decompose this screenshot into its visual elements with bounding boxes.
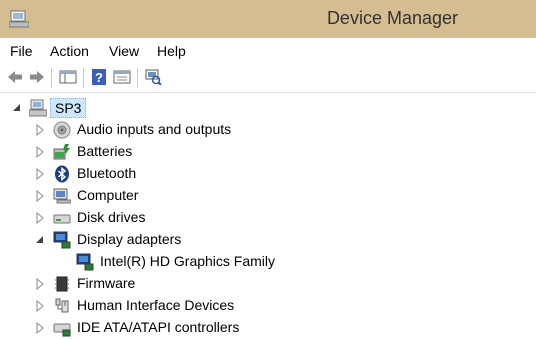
properties-icon[interactable]	[113, 69, 131, 85]
expand-arrow-icon[interactable]	[34, 168, 46, 180]
display-adapter-icon	[76, 253, 94, 271]
tree-item-label: Batteries	[77, 143, 133, 159]
device-tree: SP3 Audio inputs and outputs Batteries B…	[0, 93, 536, 337]
computer-icon	[53, 188, 71, 204]
menu-action[interactable]: Action	[50, 43, 89, 59]
tree-item-label: Audio inputs and outputs	[77, 121, 232, 137]
computer-root-icon	[29, 99, 47, 117]
collapse-arrow-icon[interactable]	[34, 234, 46, 246]
title-bar: Device Manager	[0, 0, 536, 38]
forward-icon[interactable]	[28, 69, 46, 85]
console-tree-icon[interactable]	[59, 69, 77, 85]
tree-item-label: Computer	[77, 187, 139, 203]
tree-child-item[interactable]: Intel(R) HD Graphics Family	[0, 251, 536, 273]
menu-help[interactable]: Help	[157, 43, 186, 59]
expand-arrow-icon[interactable]	[34, 124, 46, 136]
tree-root[interactable]: SP3	[0, 97, 536, 119]
expand-arrow-icon[interactable]	[34, 322, 46, 334]
bluetooth-icon	[55, 165, 69, 183]
tree-item[interactable]: Display adapters	[0, 229, 536, 251]
expand-arrow-icon[interactable]	[34, 146, 46, 158]
collapse-arrow-icon[interactable]	[11, 102, 23, 114]
toolbar-separator	[83, 68, 84, 88]
help-icon[interactable]: ?	[90, 69, 108, 85]
hid-icon	[55, 298, 69, 313]
tree-item[interactable]: Disk drives	[0, 207, 536, 229]
speaker-icon	[53, 121, 71, 139]
expand-arrow-icon[interactable]	[34, 190, 46, 202]
tree-item[interactable]: Bluetooth	[0, 163, 536, 185]
expand-arrow-icon[interactable]	[34, 278, 46, 290]
menu-bar: File Action View Help	[0, 38, 536, 64]
disk-icon	[53, 214, 71, 224]
firmware-icon	[55, 276, 69, 292]
tree-item-label: Display adapters	[77, 231, 182, 247]
ide-controller-icon	[53, 323, 71, 337]
tree-item-label: Disk drives	[77, 209, 146, 225]
tree-item[interactable]: Human Interface Devices	[0, 295, 536, 317]
toolbar-separator	[51, 68, 52, 88]
tree-item[interactable]: IDE ATA/ATAPI controllers	[0, 317, 536, 339]
expand-arrow-icon[interactable]	[34, 300, 46, 312]
expand-arrow-icon[interactable]	[34, 212, 46, 224]
svg-text:?: ?	[95, 70, 103, 85]
toolbar: ?	[0, 64, 536, 93]
tree-item-label: Bluetooth	[77, 165, 137, 181]
tree-item[interactable]: Computer	[0, 185, 536, 207]
tree-child-label: Intel(R) HD Graphics Family	[100, 253, 276, 269]
tree-item-label: Firmware	[77, 275, 136, 291]
tree-item-label: Human Interface Devices	[77, 297, 235, 313]
scan-hardware-icon[interactable]	[144, 69, 162, 85]
toolbar-separator	[137, 68, 138, 88]
tree-item[interactable]: Firmware	[0, 273, 536, 295]
tree-root-label[interactable]: SP3	[50, 98, 87, 118]
back-icon[interactable]	[6, 69, 24, 85]
tree-item[interactable]: Batteries	[0, 141, 536, 163]
menu-view[interactable]: View	[109, 43, 139, 59]
battery-icon	[53, 144, 70, 160]
menu-file[interactable]: File	[10, 43, 33, 59]
display-adapter-icon	[53, 231, 71, 249]
tree-item[interactable]: Audio inputs and outputs	[0, 119, 536, 141]
tree-item-label: IDE ATA/ATAPI controllers	[77, 319, 240, 335]
window-title: Device Manager	[326, 8, 458, 28]
